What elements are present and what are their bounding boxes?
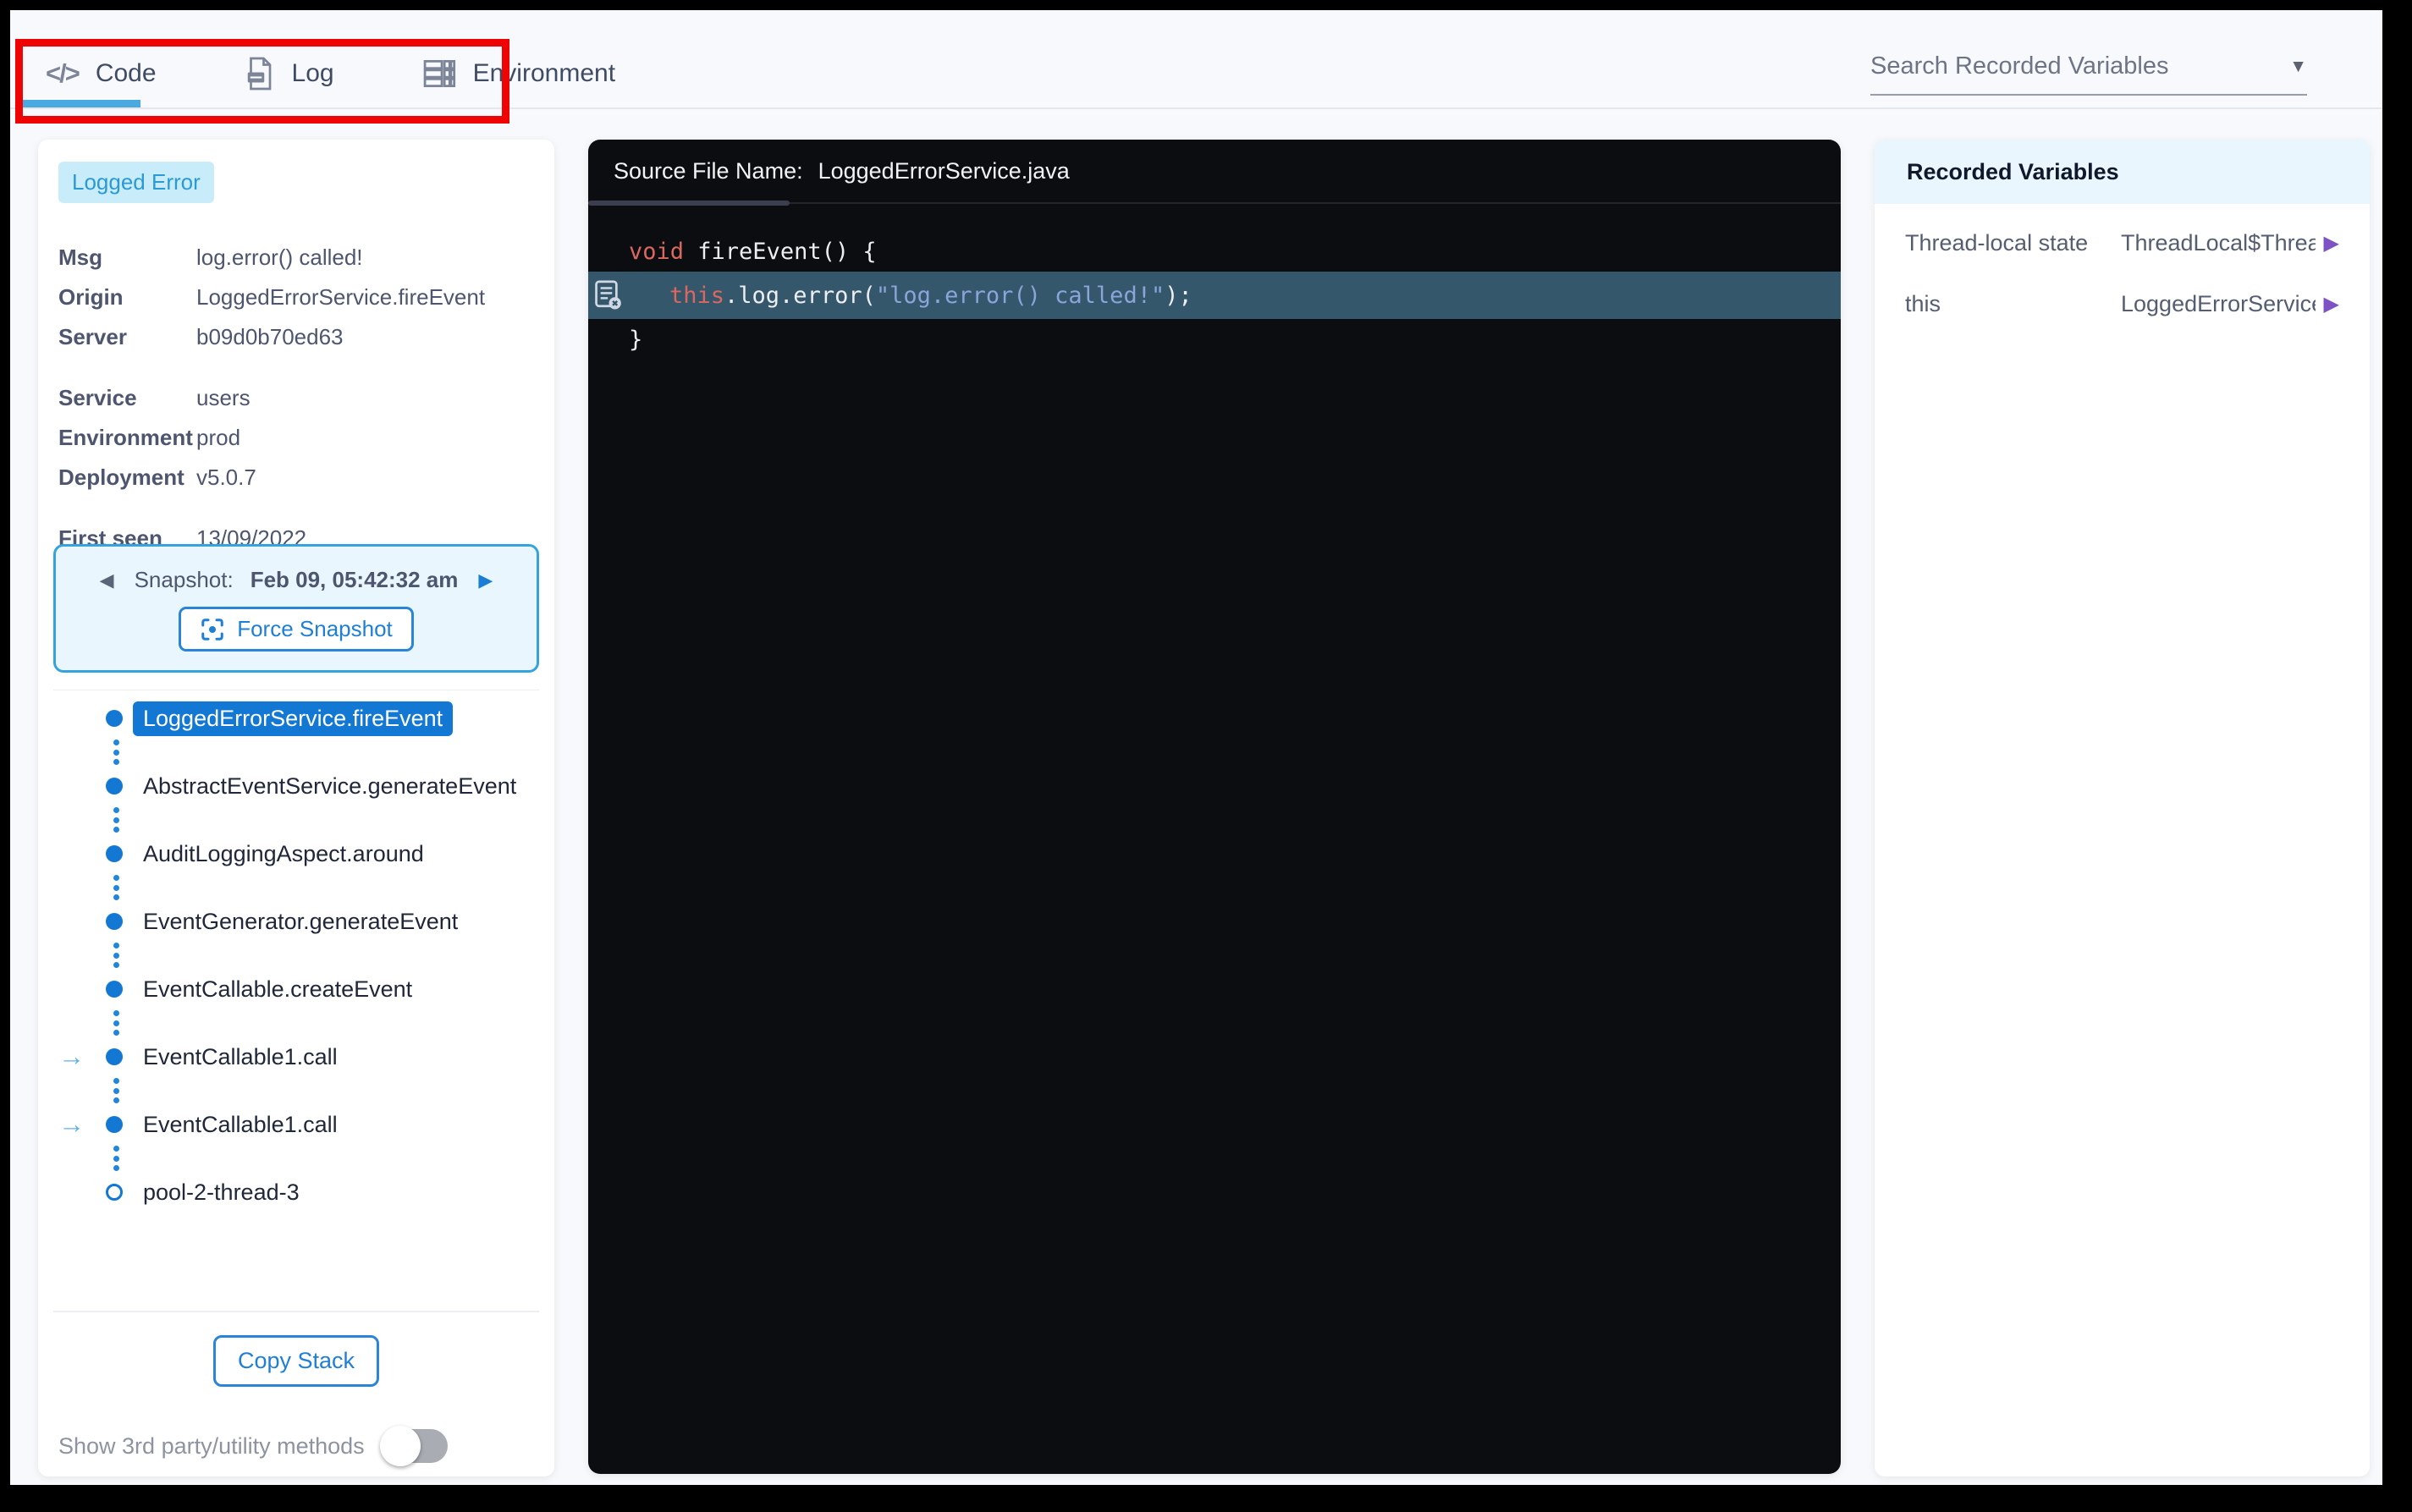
- field-service: Service users: [58, 378, 534, 418]
- tab-log-label: Log: [292, 59, 334, 88]
- recorded-variables-title: Recorded Variables: [1875, 140, 2370, 204]
- stack-frame-thread[interactable]: pool-2-thread-3: [58, 1175, 534, 1209]
- toggle-label: Show 3rd party/utility methods: [58, 1433, 365, 1460]
- stack-frame[interactable]: EventCallable.createEvent: [58, 972, 534, 1006]
- code-editor-panel: Source File Name: LoggedErrorService.jav…: [588, 140, 1841, 1474]
- third-party-toggle-row: Show 3rd party/utility methods: [58, 1429, 448, 1463]
- stack-connector: [111, 938, 121, 972]
- stack-frame[interactable]: EventGenerator.generateEvent: [58, 904, 534, 938]
- stack-frame[interactable]: AbstractEventService.generateEvent: [58, 769, 534, 803]
- tab-log[interactable]: Log: [245, 56, 334, 91]
- error-details-panel: Logged Error Msg log.error() called! Ori…: [38, 140, 554, 1476]
- expand-arrow-icon[interactable]: ▶: [2316, 231, 2339, 256]
- field-msg: Msg log.error() called!: [58, 238, 534, 278]
- toggle-knob: [380, 1426, 421, 1466]
- variable-row[interactable]: Thread-local state ThreadLocal$ThreadL… …: [1875, 212, 2370, 273]
- stack-frame[interactable]: → EventCallable1.call: [58, 1040, 534, 1074]
- stack-connector: [111, 1006, 121, 1040]
- entry-arrow-icon: →: [58, 1109, 97, 1140]
- variable-name: Thread-local state: [1905, 230, 2121, 256]
- source-file-name: LoggedErrorService.java: [818, 158, 1070, 184]
- code-line-highlighted: this.log.error("log.error() called!");: [588, 272, 1841, 319]
- search-placeholder: Search Recorded Variables: [1870, 52, 2169, 80]
- code-line: void fireEvent() {: [588, 231, 1841, 272]
- chevron-down-icon: ▼: [2289, 57, 2307, 77]
- snapshot-log-point-icon[interactable]: [588, 279, 629, 311]
- snapshot-prev-button[interactable]: ◀: [96, 569, 118, 591]
- code-icon: </>: [46, 58, 79, 89]
- force-snapshot-label: Force Snapshot: [237, 616, 393, 642]
- source-file-label: Source File Name:: [614, 158, 803, 184]
- variable-row[interactable]: this LoggedErrorService ▶: [1875, 273, 2370, 334]
- stack-dot-icon: [97, 845, 131, 862]
- tab-code[interactable]: </> Code: [46, 58, 157, 89]
- expand-arrow-icon[interactable]: ▶: [2316, 292, 2339, 316]
- code-block: void fireEvent() { this.log.error("log.e…: [588, 231, 1841, 360]
- tabbar-divider: [10, 107, 2382, 109]
- stack-dot-icon: [97, 981, 131, 998]
- stack-connector: [111, 803, 121, 837]
- stack-frame[interactable]: LoggedErrorService.fireEvent: [58, 701, 534, 735]
- search-recorded-variables-dropdown[interactable]: Search Recorded Variables ▼: [1870, 52, 2307, 96]
- stack-dot-icon: [97, 710, 131, 727]
- field-origin: Origin LoggedErrorService.fireEvent: [58, 278, 534, 317]
- environment-icon: [422, 58, 456, 90]
- variable-value: ThreadLocal$ThreadL…: [2121, 230, 2316, 256]
- logged-error-badge: Logged Error: [58, 162, 214, 203]
- variable-name: this: [1905, 291, 2121, 317]
- entry-arrow-icon: →: [58, 1042, 97, 1072]
- editor-header: Source File Name: LoggedErrorService.jav…: [588, 140, 1841, 204]
- editor-tab-indicator: [588, 201, 790, 206]
- snapshot-box: ◀ Snapshot: Feb 09, 05:42:32 am ▶ Force …: [53, 544, 539, 673]
- thread-dot-icon: [97, 1184, 131, 1201]
- stack-connector: [111, 1074, 121, 1108]
- stack-frame[interactable]: AuditLoggingAspect.around: [58, 837, 534, 871]
- force-snapshot-button[interactable]: Force Snapshot: [179, 607, 414, 652]
- app-page: </> Code Log Environment: [10, 10, 2382, 1485]
- force-snapshot-icon: [200, 617, 225, 642]
- stack-dot-icon: [97, 778, 131, 794]
- third-party-toggle[interactable]: [383, 1429, 448, 1463]
- snapshot-next-button[interactable]: ▶: [475, 569, 496, 591]
- call-stack-list: LoggedErrorService.fireEvent AbstractEve…: [58, 701, 534, 1209]
- snapshot-label: Snapshot:: [135, 567, 234, 593]
- divider: [53, 1311, 539, 1312]
- tab-code-label: Code: [96, 59, 157, 88]
- stack-dot-icon: [97, 1048, 131, 1065]
- tab-bar: </> Code Log Environment: [46, 47, 615, 100]
- stack-dot-icon: [97, 1116, 131, 1133]
- log-icon: [245, 56, 275, 91]
- code-line: }: [588, 319, 1841, 360]
- copy-stack-button[interactable]: Copy Stack: [213, 1335, 379, 1387]
- field-server: Server b09d0b70ed63: [58, 317, 534, 357]
- stack-dot-icon: [97, 913, 131, 930]
- snapshot-timestamp: Feb 09, 05:42:32 am: [251, 567, 459, 593]
- stack-connector: [111, 871, 121, 904]
- field-environment: Environment prod: [58, 418, 534, 458]
- recorded-variables-panel: Recorded Variables Thread-local state Th…: [1875, 140, 2370, 1476]
- tab-environment-label: Environment: [473, 59, 615, 88]
- active-tab-indicator: [17, 100, 140, 107]
- field-deployment: Deployment v5.0.7: [58, 458, 534, 498]
- variable-value: LoggedErrorService: [2121, 291, 2316, 317]
- tab-environment[interactable]: Environment: [422, 58, 615, 90]
- stack-connector: [111, 1141, 121, 1175]
- stack-connector: [111, 735, 121, 769]
- stack-frame[interactable]: → EventCallable1.call: [58, 1108, 534, 1141]
